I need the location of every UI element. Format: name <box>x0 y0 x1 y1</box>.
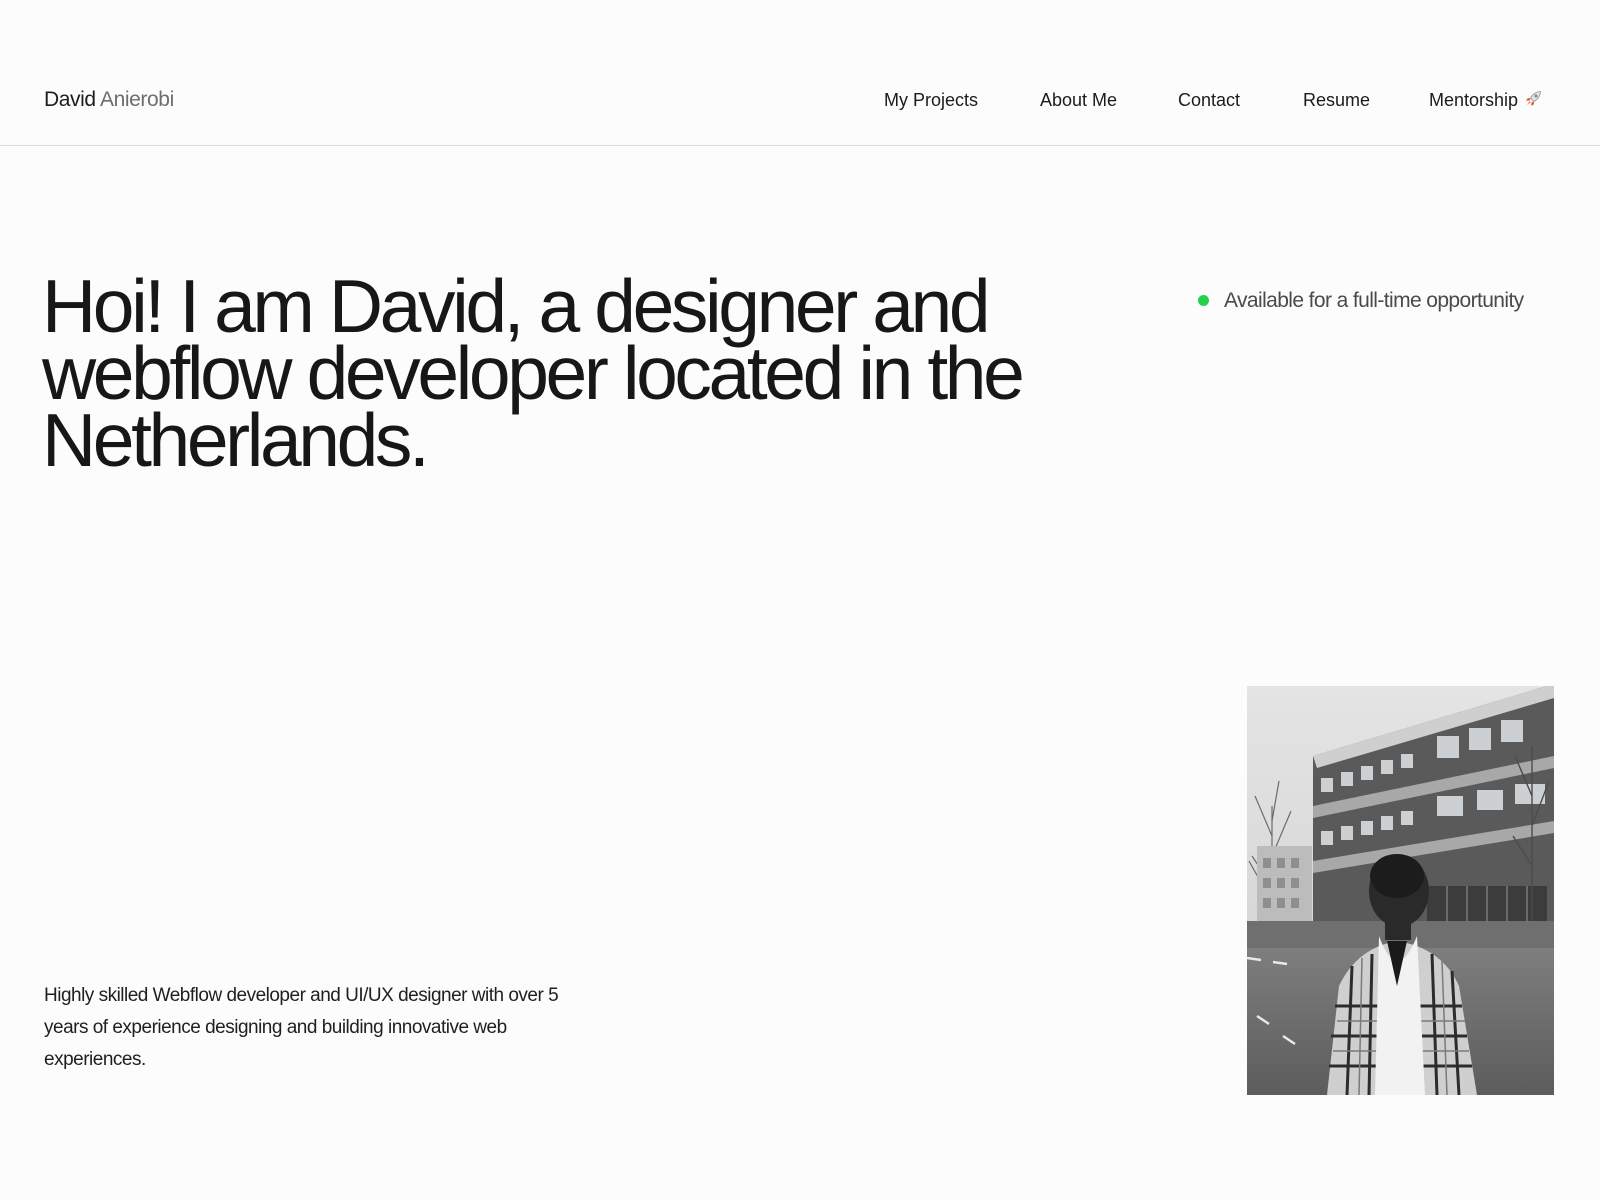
status-dot-icon <box>1198 295 1209 306</box>
nav-link-contact[interactable]: Contact <box>1178 89 1240 111</box>
nav-link-mentorship-label: Mentorship <box>1429 90 1519 110</box>
hero-heading: Hoi! I am David, a designer and webflow … <box>42 264 1025 482</box>
nav-link-my-projects[interactable]: My Projects <box>884 89 978 111</box>
bio-text: Highly skilled Webflow developer and UI/… <box>44 985 559 1070</box>
portrait-photo <box>1247 686 1554 1095</box>
nav-link-mentorship[interactable]: Mentorship <box>1429 89 1542 111</box>
nav-link-about-me[interactable]: About Me <box>1040 89 1117 111</box>
availability-text: Available for a full-time opportunity <box>1224 289 1524 312</box>
nav-link-resume[interactable]: Resume <box>1303 89 1370 111</box>
main-nav: My Projects About Me Contact Resume Ment… <box>0 89 1600 113</box>
rocket-icon <box>1524 90 1542 108</box>
site-header: David Anierobi My Projects About Me Cont… <box>0 0 1600 146</box>
page: David Anierobi My Projects About Me Cont… <box>0 0 1600 1200</box>
